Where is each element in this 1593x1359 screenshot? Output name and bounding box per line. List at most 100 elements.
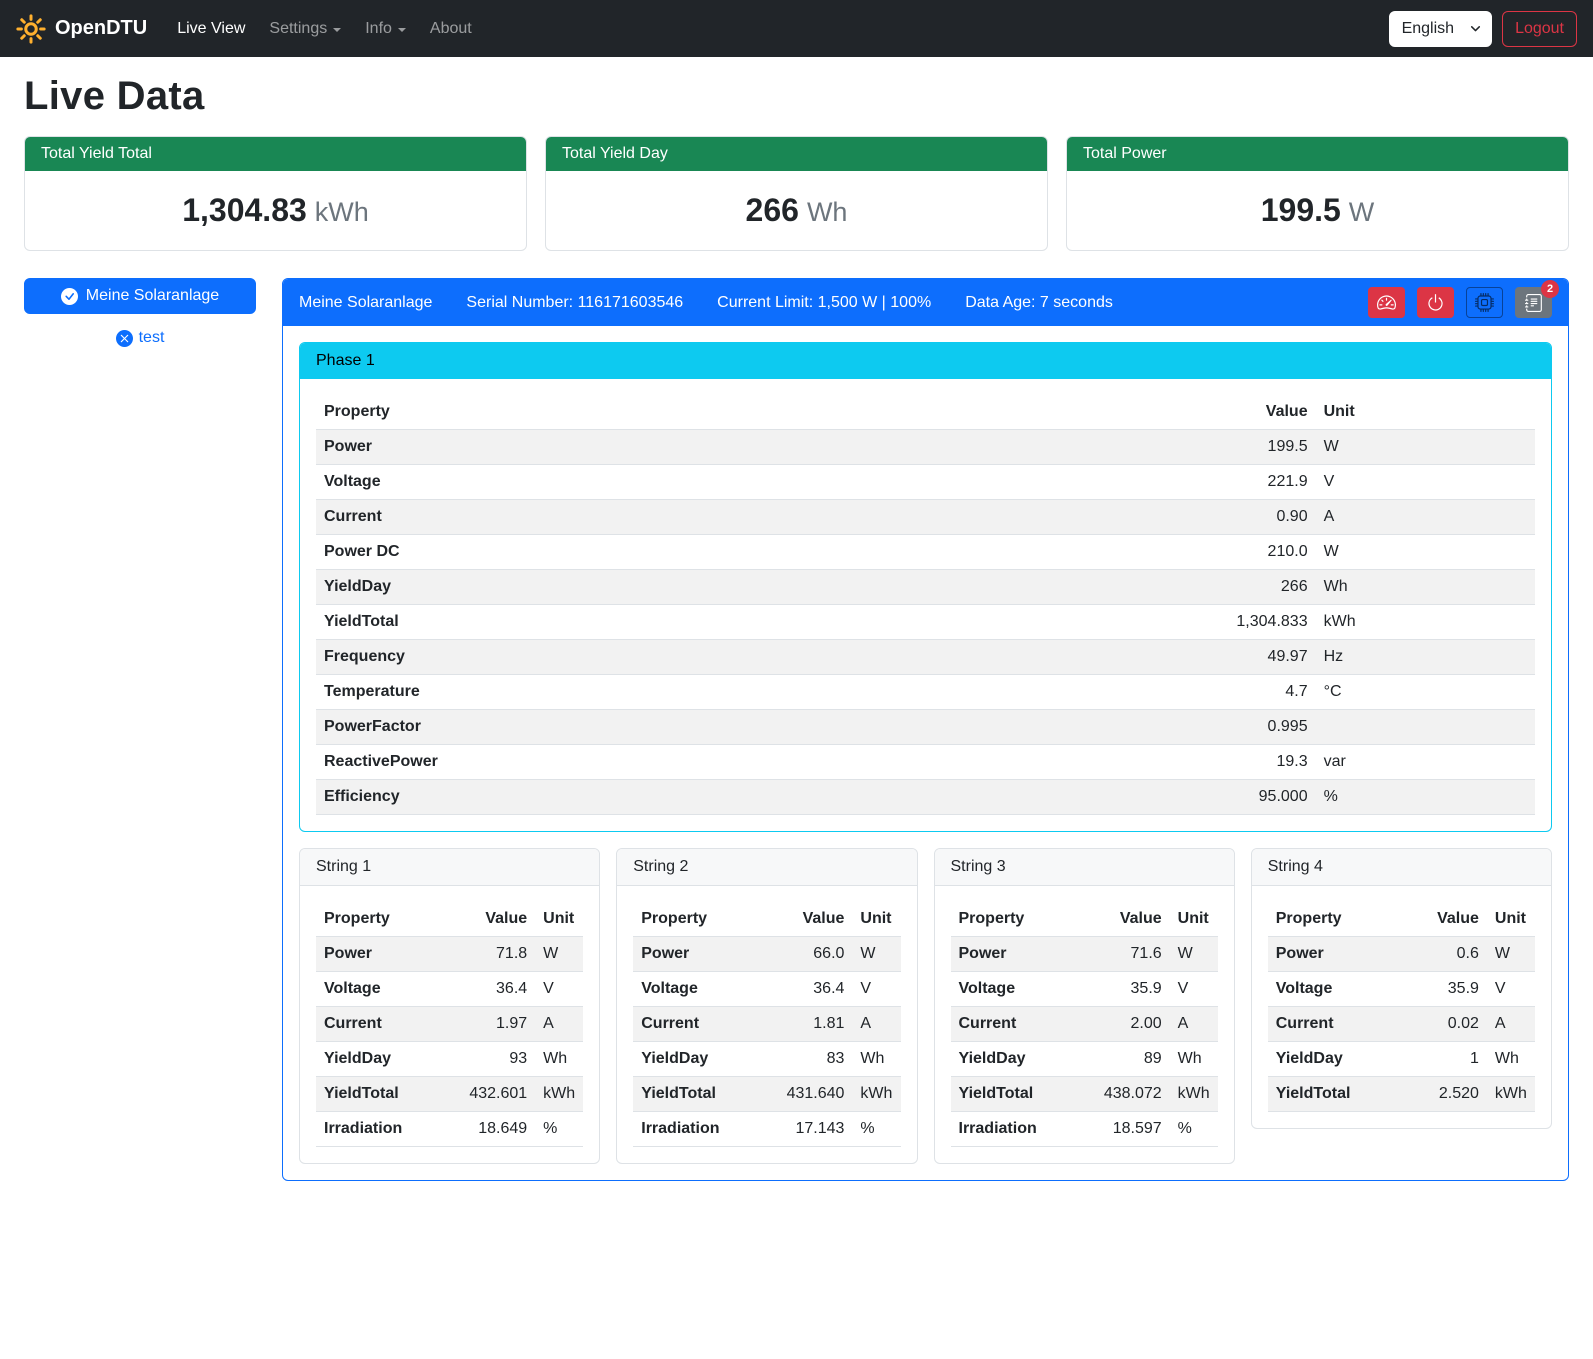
table-row: Irradiation 18.597 %: [951, 1112, 1218, 1147]
inverter-test-label: test: [139, 329, 165, 347]
property-cell: YieldTotal: [1268, 1077, 1420, 1112]
string-card-title: String 1: [300, 849, 599, 886]
table-header-row: Property Value Unit: [316, 395, 1535, 430]
table-header-row: Property Value Unit: [951, 902, 1218, 937]
property-cell: Current: [951, 1007, 1096, 1042]
device-info-button[interactable]: [1466, 287, 1503, 318]
string-table-body: Power 71.8 W Voltage 36.4 V: [316, 937, 583, 1147]
summary-card-body: 1,304.83 kWh: [25, 171, 526, 250]
table-row: Irradiation 17.143 %: [633, 1112, 900, 1147]
property-cell: Frequency: [316, 640, 1011, 675]
value-cell: 0.90: [1011, 500, 1316, 535]
navbar-right: English Logout: [1389, 11, 1577, 47]
column-header-property: Property: [951, 902, 1096, 937]
unit-cell: var: [1316, 745, 1535, 780]
chevron-down-icon: [1470, 23, 1481, 34]
inverter-select-button[interactable]: Meine Solaranlage: [24, 278, 256, 314]
value-cell: 18.597: [1096, 1112, 1170, 1147]
property-cell: Irradiation: [633, 1112, 778, 1147]
value-cell: 2.00: [1096, 1007, 1170, 1042]
property-cell: Current: [633, 1007, 778, 1042]
value-cell: 431.640: [779, 1077, 853, 1112]
property-cell: Irradiation: [951, 1112, 1096, 1147]
language-select[interactable]: English: [1389, 11, 1492, 47]
column-header-value: Value: [779, 902, 853, 937]
summary-card-unit: kWh: [315, 197, 369, 227]
unit-cell: kWh: [852, 1077, 900, 1112]
summary-card: Total Yield Day 266Wh: [545, 136, 1048, 251]
language-selected-value: English: [1402, 20, 1454, 38]
summary-card-body: 199.5W: [1067, 171, 1568, 250]
nav-item-about[interactable]: About: [418, 12, 484, 46]
table-row: Voltage 36.4 V: [633, 972, 900, 1007]
inverter-data-age: Data Age: 7 seconds: [965, 294, 1113, 312]
nav-live-view-label: Live View: [177, 20, 245, 38]
nav-settings-label: Settings: [269, 20, 327, 38]
brand-home-link[interactable]: OpenDTU: [16, 14, 147, 44]
table-row: YieldDay 89 Wh: [951, 1042, 1218, 1077]
string-card-body: Property Value Unit Power: [300, 886, 599, 1163]
nav-about-label: About: [430, 20, 472, 38]
unit-cell: °C: [1316, 675, 1535, 710]
unit-cell: %: [535, 1112, 583, 1147]
table-row: Efficiency 95.000 %: [316, 780, 1535, 815]
table-row: Voltage 35.9 V: [951, 972, 1218, 1007]
page-title: Live Data: [24, 74, 1569, 119]
power-toggle-button[interactable]: [1417, 287, 1454, 318]
column-header-unit: Unit: [1316, 395, 1535, 430]
value-cell: 35.9: [1420, 972, 1487, 1007]
value-cell: 438.072: [1096, 1077, 1170, 1112]
summary-card-value: 266: [746, 192, 799, 228]
summary-card-body: 266Wh: [546, 171, 1047, 250]
nav-item-settings[interactable]: Settings: [257, 12, 353, 46]
summary-card: Total Power 199.5W: [1066, 136, 1569, 251]
table-header-row: Property Value Unit: [1268, 902, 1535, 937]
nav-item-live-view[interactable]: Live View: [165, 12, 257, 46]
unit-cell: W: [1316, 430, 1535, 465]
inverter-serial: Serial Number: 116171603546: [466, 294, 683, 312]
property-cell: Power: [951, 937, 1096, 972]
x-circle-icon: [116, 330, 133, 347]
string-table: Property Value Unit Power: [1268, 902, 1535, 1112]
table-row: Power 66.0 W: [633, 937, 900, 972]
value-cell: 89: [1096, 1042, 1170, 1077]
unit-cell: W: [852, 937, 900, 972]
value-cell: 35.9: [1096, 972, 1170, 1007]
summary-card-title: Total Power: [1067, 137, 1568, 171]
unit-cell: kWh: [1487, 1077, 1535, 1112]
unit-cell: A: [1170, 1007, 1218, 1042]
string-table-body: Power 0.6 W Voltage 35.9 V: [1268, 937, 1535, 1112]
summary-card-unit: W: [1349, 197, 1374, 227]
inverter-list-item-test[interactable]: test: [24, 329, 256, 347]
nav-links: Live View Settings Info About: [165, 12, 484, 46]
value-cell: 83: [779, 1042, 853, 1077]
value-cell: 71.8: [461, 937, 535, 972]
table-row: Power 0.6 W: [1268, 937, 1535, 972]
string-card-body: Property Value Unit Power: [617, 886, 916, 1163]
inverter-sidebar: Meine Solaranlage test: [24, 278, 256, 347]
property-cell: YieldDay: [316, 570, 1011, 605]
table-row: Current 0.02 A: [1268, 1007, 1535, 1042]
event-log-button[interactable]: 2: [1515, 287, 1552, 318]
unit-cell: V: [1487, 972, 1535, 1007]
page-content: Live Data Total Yield Total 1,304.83kWh …: [0, 57, 1593, 1205]
table-row: Voltage 221.9 V: [316, 465, 1535, 500]
logout-button[interactable]: Logout: [1502, 11, 1577, 47]
nav-item-info[interactable]: Info: [353, 12, 418, 46]
event-count-badge: 2: [1541, 280, 1559, 298]
property-cell: Power: [633, 937, 778, 972]
table-row: YieldDay 93 Wh: [316, 1042, 583, 1077]
value-cell: 66.0: [779, 937, 853, 972]
property-cell: Power: [1268, 937, 1420, 972]
phase-card: Phase 1 Property Value Unit: [299, 342, 1552, 832]
table-row: YieldTotal 2.520 kWh: [1268, 1077, 1535, 1112]
phase-card-body: Property Value Unit Power: [300, 379, 1551, 831]
limit-settings-button[interactable]: [1368, 287, 1405, 318]
table-row: Power DC 210.0 W: [316, 535, 1535, 570]
string-card-4: String 4 Property Value Unit: [1251, 848, 1552, 1129]
unit-cell: %: [852, 1112, 900, 1147]
property-cell: Power DC: [316, 535, 1011, 570]
summary-card-value: 1,304.83: [182, 192, 307, 228]
unit-cell: kWh: [1316, 605, 1535, 640]
power-icon: [1426, 293, 1445, 312]
